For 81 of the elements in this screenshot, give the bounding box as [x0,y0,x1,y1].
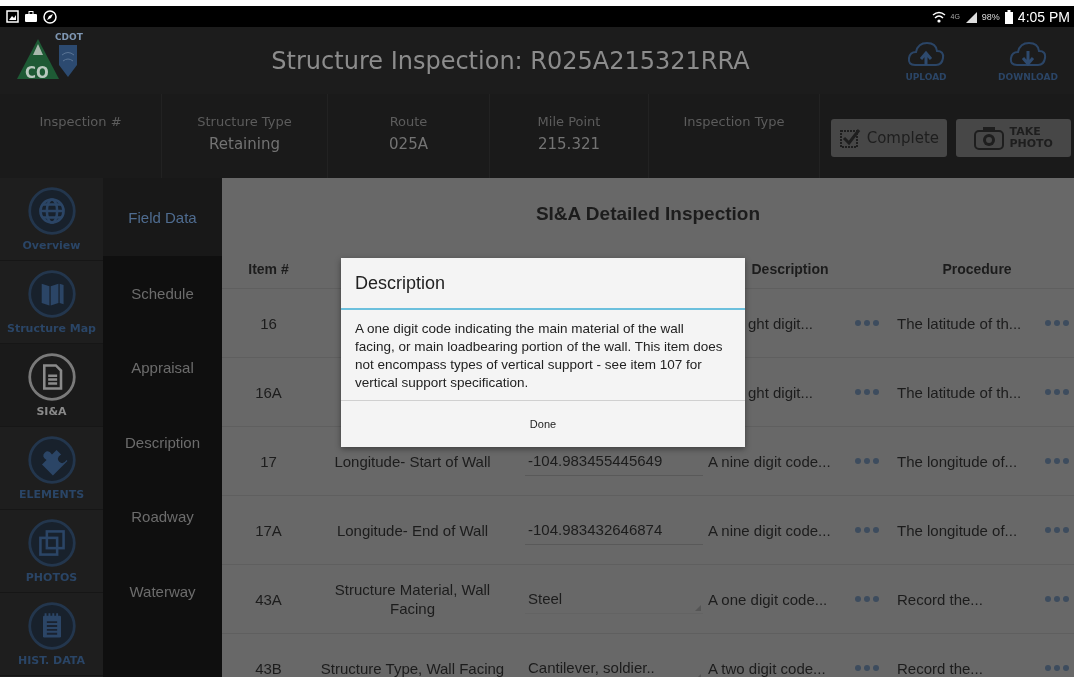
section-tab[interactable]: Description [103,405,222,480]
table-cell: A one digit code... [708,590,828,608]
table-cell: The longitude of... [897,452,1018,470]
more-icon[interactable] [1044,526,1070,534]
logo-text: CDOT [55,31,83,42]
section-tab[interactable]: Appraisal [103,330,222,405]
section-tab[interactable]: Field Data [103,178,222,256]
field-label: Route [389,114,428,129]
column-header: Item # [247,261,290,277]
more-icon[interactable] [854,526,880,534]
dialog-message: A one digit code indicating the main material of the wall facing, or main loadbearing portion of the wall. This item does not encompass types of vertical support - see item 107 for vertical support specification. [341,310,745,401]
field-label: Inspection # [39,114,122,129]
table-cell-text: Longitude- Start of Wall [333,451,492,471]
table-cell-text: 17A [254,521,283,539]
more-icon[interactable] [854,664,880,672]
globe-icon [27,186,76,235]
more-icon[interactable] [1044,457,1070,465]
field-value: Retaining [209,135,280,153]
table-cell-text: Longitude- End of Wall [335,520,490,540]
more-icon[interactable] [1044,595,1070,603]
table-cell: The latitude of th... [897,314,1022,332]
table-cell-text: 43B [254,659,283,677]
table-cell-text: Structure Type, Wall Facing [319,658,506,677]
battery-icon [1004,9,1013,24]
section-tab[interactable]: Roadway [103,479,222,554]
table-cell: ght digit... [748,383,814,401]
table-cell: A nine digit code... [708,452,831,470]
battery-percent: 98% [981,11,1000,22]
field-value: 025A [389,135,428,153]
more-icon[interactable] [854,457,880,465]
more-icon[interactable] [854,319,880,327]
cloud-upload-icon [906,39,946,69]
page-title: Structure Inspection: R025A215321RRA [270,46,751,75]
section-title: SI&A Detailed Inspection [535,203,761,225]
table-cell-text: 16 [259,314,278,332]
table-cell: A nine digit code... [708,521,831,539]
camera-icon [973,126,1004,150]
section-tab[interactable]: Schedule [103,256,222,331]
table-cell-text: 43A [254,590,283,608]
table-cell: ght digit... [748,314,814,332]
table-cell: Record the... [897,659,983,677]
puzzle-icon [27,435,76,484]
signal-icon [964,10,977,23]
logo-text: CO [25,63,49,82]
done-button[interactable]: Done [341,401,745,447]
dialog-title: Description [341,258,745,310]
column-header: Procedure [941,261,1013,277]
document-icon [27,352,76,401]
field-value: 215.321 [538,135,600,153]
more-icon[interactable] [1044,319,1070,327]
more-icon[interactable] [1044,664,1070,672]
table-cell: The latitude of th... [897,383,1022,401]
clock-time: 4:05 PM [1017,8,1070,25]
field-label: Mile Point [537,114,601,129]
table-cell: A two digit code... [708,659,826,677]
input-field[interactable]: -104.983432646874 [525,515,703,545]
field-label: Structure Type [197,114,292,129]
briefcase-icon [24,10,38,23]
image-icon [6,10,19,23]
table-cell-text: 17 [259,452,278,470]
wifi-icon [931,9,946,24]
photos-icon [27,518,76,567]
checkbox-icon [838,127,861,149]
field-label: Inspection Type [683,114,785,129]
table-cell: Record the... [897,590,983,608]
table-cell-text: Structure Material, Wall Facing [333,580,492,618]
upload-button[interactable]: UPLOAD [886,39,966,82]
section-tab[interactable]: Waterway [103,554,222,629]
more-icon[interactable] [854,388,880,396]
dropdown-field[interactable]: Cantilever, soldier.. [525,653,703,677]
column-header: Description [750,261,830,277]
table-cell: The longitude of... [897,521,1018,539]
map-icon [27,269,76,318]
download-button[interactable]: DOWNLOAD [988,39,1068,82]
cloud-download-icon [1008,39,1048,69]
table-cell-text: 16A [254,383,283,401]
notepad-icon [27,601,76,650]
dropdown-field[interactable]: Steel [525,584,703,614]
compass-icon [43,9,57,24]
more-icon[interactable] [854,595,880,603]
more-icon[interactable] [1044,388,1070,396]
